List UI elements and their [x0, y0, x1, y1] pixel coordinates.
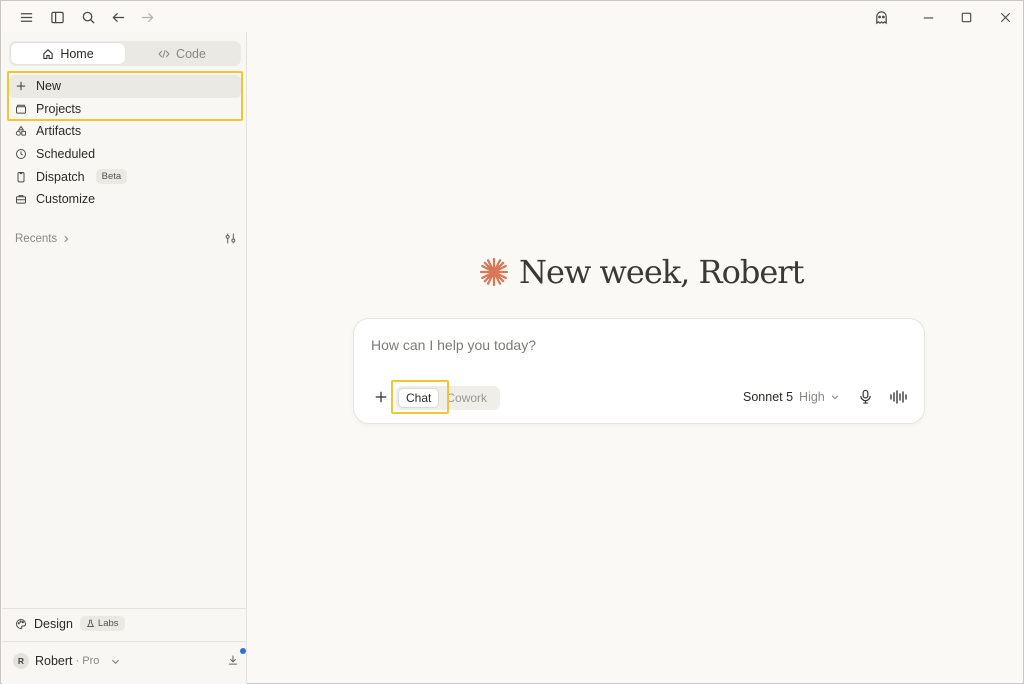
sidebar-item-label: Scheduled — [36, 147, 96, 162]
sidebar-toggle-icon[interactable] — [46, 6, 68, 28]
greeting: New week, Robert — [479, 253, 804, 291]
sidebar-item-new[interactable]: New — [9, 75, 241, 98]
flask-icon — [86, 619, 94, 628]
composer: Chat Cowork Sonnet 5 High — [353, 318, 925, 424]
phone-icon — [17, 171, 25, 183]
minimize-icon[interactable] — [917, 6, 939, 28]
voice-waveform-icon[interactable] — [889, 389, 909, 405]
palette-icon — [16, 618, 26, 629]
folder-icon — [16, 104, 26, 114]
design-item[interactable]: Design Labs — [15, 616, 125, 631]
greeting-text: New week, Robert — [519, 253, 804, 291]
home-code-switcher: Home Code — [9, 41, 241, 66]
sidebar-item-dispatch[interactable]: Dispatch Beta — [9, 165, 241, 188]
effort-level: High — [799, 390, 825, 404]
sidebar-nav: New Projects Artifacts Scheduled Dispatc… — [9, 75, 241, 211]
sidebar-item-label: Customize — [36, 192, 96, 207]
model-name: Sonnet 5 — [743, 390, 794, 404]
home-icon — [43, 48, 53, 59]
sidebar-item-projects[interactable]: Projects — [9, 98, 241, 121]
tab-home-label: Home — [60, 46, 94, 61]
recents-label: Recents — [15, 232, 58, 245]
menu-icon[interactable] — [15, 6, 37, 28]
sidebar-item-label: Dispatch — [36, 169, 85, 184]
maximize-icon[interactable] — [955, 6, 977, 28]
download-button[interactable] — [227, 648, 246, 668]
beta-badge: Beta — [95, 169, 128, 185]
chevron-down-icon — [831, 395, 838, 400]
cowork-mode-button[interactable]: Cowork — [439, 388, 494, 408]
clock-icon — [16, 149, 26, 160]
avatar: R — [13, 653, 29, 669]
close-icon[interactable] — [994, 6, 1016, 28]
user-name: Robert — [35, 654, 73, 668]
title-bar — [1, 1, 1023, 32]
tab-code[interactable]: Code — [125, 43, 239, 64]
recents-header[interactable]: Recents — [15, 232, 237, 245]
sidebar-divider — [2, 641, 246, 642]
mode-toggle: Chat Cowork — [396, 386, 500, 410]
ghost-icon[interactable] — [870, 6, 892, 28]
user-menu[interactable]: R Robert · Pro — [13, 648, 246, 669]
chat-mode-button[interactable]: Chat — [398, 388, 440, 408]
filter-sliders-icon[interactable] — [224, 232, 237, 245]
forward-arrow-icon[interactable] — [136, 6, 158, 28]
tab-code-label: Code — [176, 46, 206, 61]
briefcase-icon — [16, 195, 26, 204]
spark-logo-icon — [479, 257, 509, 287]
user-plan: · Pro — [75, 655, 100, 667]
add-attachment-icon[interactable] — [374, 390, 388, 404]
notification-dot — [240, 648, 246, 654]
microphone-icon[interactable] — [858, 389, 873, 404]
code-icon — [158, 49, 170, 58]
download-icon — [228, 655, 238, 665]
sidebar-item-label: Artifacts — [36, 124, 82, 139]
labs-label: Labs — [97, 618, 119, 629]
sidebar-item-label: New — [36, 79, 62, 94]
plus-icon — [16, 82, 26, 91]
chevron-right-icon — [64, 235, 69, 242]
sidebar-item-customize[interactable]: Customize — [9, 188, 241, 211]
sidebar-item-scheduled[interactable]: Scheduled — [9, 143, 241, 166]
model-selector[interactable]: Sonnet 5 High — [743, 390, 839, 404]
tab-home[interactable]: Home — [11, 43, 125, 64]
sidebar-divider — [2, 608, 246, 609]
sidebar-item-label: Projects — [36, 101, 82, 116]
shapes-icon — [15, 126, 26, 137]
back-arrow-icon[interactable] — [107, 6, 129, 28]
sidebar: Home Code New Projects Artifacts Schedul… — [2, 32, 247, 684]
app-window: Home Code New Projects Artifacts Schedul… — [0, 0, 1024, 684]
chevron-down-icon — [112, 659, 120, 664]
sidebar-item-artifacts[interactable]: Artifacts — [9, 120, 241, 143]
prompt-input[interactable] — [371, 337, 901, 353]
labs-badge: Labs — [79, 616, 125, 631]
search-icon[interactable] — [77, 6, 99, 28]
design-label: Design — [34, 616, 73, 631]
